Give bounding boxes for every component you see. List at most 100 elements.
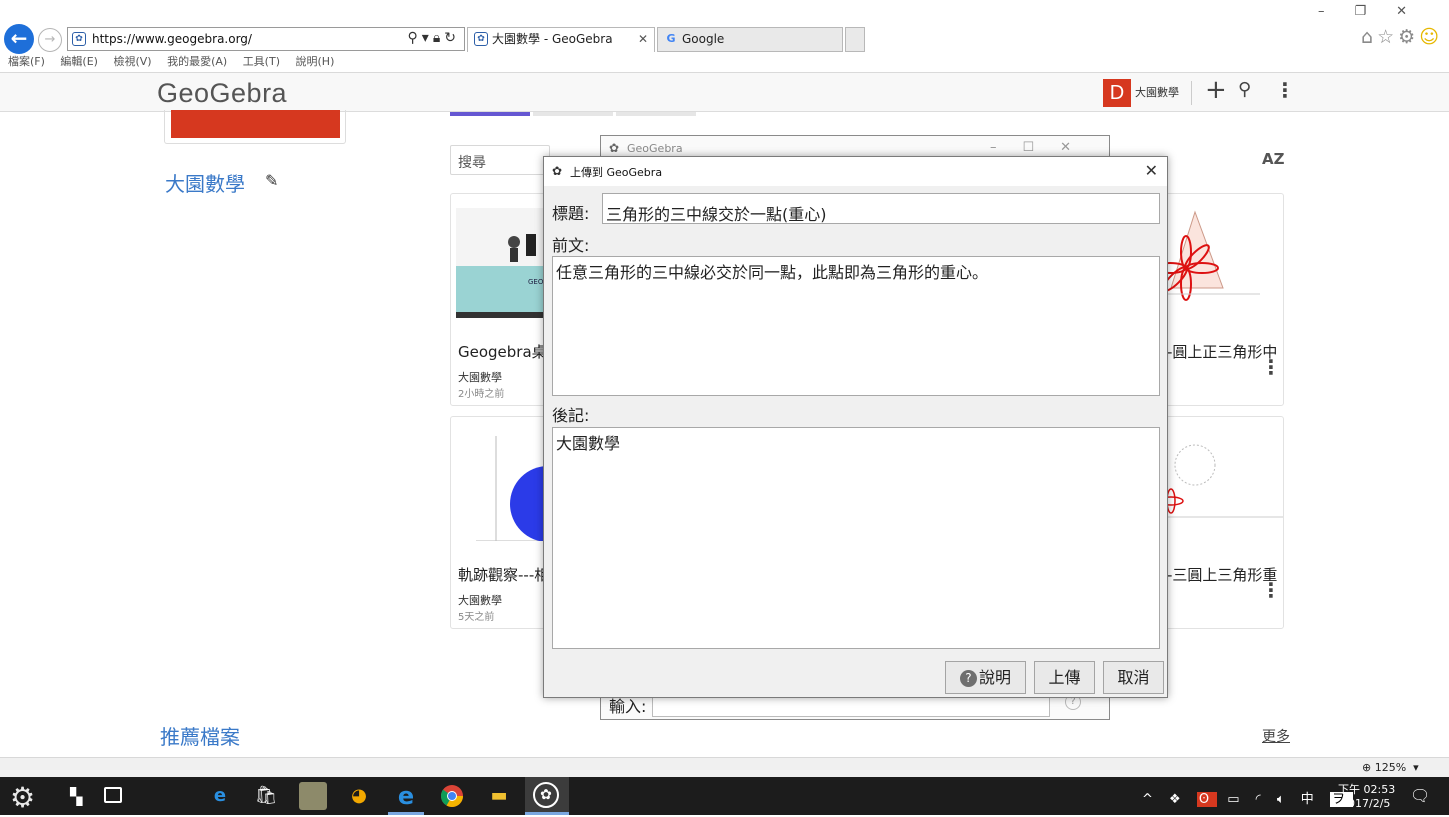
search-icon[interactable]: ⚲ (408, 30, 422, 46)
card-title[interactable]: Geogebra桌 (458, 341, 547, 362)
title-label: 標題: (552, 204, 590, 223)
geogebra-icon: ✿ (552, 164, 563, 178)
material-card[interactable]: GEO Geogebra桌 大園數學 2小時之前 (450, 193, 547, 406)
search-input[interactable]: 搜尋 (450, 145, 550, 175)
chevron-up-icon[interactable]: ^ (1142, 792, 1159, 807)
window-title: GeoGebra (627, 142, 683, 155)
chrome-icon[interactable] (438, 782, 466, 810)
clock-date[interactable]: 2017/2/5 (1341, 797, 1390, 810)
svg-text:GEO: GEO (528, 278, 544, 286)
geogebra-favicon-icon: ✿ (474, 32, 488, 46)
more-vertical-icon[interactable]: ⋮ (1275, 78, 1295, 102)
tab-underline-active[interactable] (450, 112, 530, 116)
card-title[interactable]: 軌跡觀察---相 (458, 564, 549, 585)
internet-explorer-icon[interactable]: e (392, 782, 420, 810)
tab-label: 大園數學 - GeoGebra (492, 32, 613, 46)
battery-icon[interactable]: ▭ (1227, 792, 1245, 807)
card-thumbnail (1165, 431, 1283, 541)
system-tray: ^ ❖ ʘ ▭ ◜ 🔈︎ 中 ヲ (1142, 788, 1353, 807)
search-icon[interactable]: ⚲ (1238, 79, 1251, 100)
geogebra-logo[interactable]: GeoGebra (157, 78, 287, 109)
refresh-icon[interactable]: ↻ (444, 30, 460, 46)
card-author[interactable]: 大園數學 (458, 369, 502, 385)
window-controls[interactable]: –❐✕ (1318, 4, 1437, 19)
new-tab-button[interactable] (845, 27, 865, 52)
google-favicon-icon: G (666, 32, 676, 45)
material-card[interactable]: 軌跡觀察---相 大園數學 5天之前 (450, 416, 549, 629)
menu-item-view[interactable]: 檢視(V) (113, 55, 151, 68)
tab-close-icon[interactable]: ✕ (638, 28, 648, 51)
browser-toolbar-icons: ⌂☆⚙☺ (1361, 26, 1443, 48)
preface-textarea[interactable]: 任意三角形的三中線必交於同一點，此點即為三角形的重心。 (552, 256, 1160, 396)
volume-icon[interactable]: 🔈︎ (1277, 792, 1291, 807)
card-thumbnail (1165, 208, 1283, 318)
tab-label: Google (682, 32, 725, 46)
avatar[interactable]: D (1103, 79, 1131, 107)
browser-status-bar: ⊕ 125% ▾ (0, 757, 1449, 777)
address-url[interactable]: https://www.geogebra.org/ (92, 32, 252, 46)
menu-item-edit[interactable]: 編輯(E) (60, 55, 98, 68)
dropdown-icon[interactable]: ▾ (422, 30, 433, 46)
menu-item-file[interactable]: 檔案(F) (8, 55, 45, 68)
favorites-star-icon[interactable]: ☆ (1377, 26, 1398, 48)
geogebra-favicon-icon: ✿ (72, 32, 86, 46)
close-icon[interactable]: ✕ (1145, 161, 1158, 180)
back-button[interactable]: ← (4, 24, 34, 54)
task-view-icon[interactable] (104, 787, 122, 803)
card-time: 5天之前 (458, 612, 495, 623)
menu-item-help[interactable]: 說明(H) (296, 55, 335, 68)
forward-button[interactable]: → (38, 28, 62, 52)
store-bag-icon[interactable]: 🛍︎ (252, 782, 280, 810)
zoom-level: 125% (1374, 761, 1407, 774)
edge-icon[interactable]: e (206, 782, 234, 810)
lock-icon: 🔒︎ (432, 30, 445, 46)
clock-time[interactable]: 下午 02:53 (1338, 781, 1395, 797)
color-app-icon[interactable]: ◕ (345, 782, 373, 810)
address-tools[interactable]: ⚲▾🔒︎↻ (408, 30, 460, 46)
user-name[interactable]: 大園數學 (1135, 84, 1179, 100)
dialog-titlebar: ✿ 上傳到 GeoGebra ✕ (544, 157, 1167, 186)
upload-button[interactable]: 上傳 (1034, 661, 1095, 694)
settings-gear-icon[interactable]: ⚙ (10, 781, 35, 814)
geogebra-taskbar-icon[interactable]: ✿ (533, 782, 559, 808)
tab-underline[interactable] (533, 112, 613, 116)
wifi-icon[interactable]: ◜ (1256, 792, 1267, 807)
card-author[interactable]: 大園數學 (458, 592, 502, 608)
chevron-down-icon[interactable]: ▾ (1410, 761, 1419, 774)
more-link[interactable]: 更多 (1262, 726, 1290, 746)
acrobat-icon[interactable]: ʘ (1196, 792, 1218, 807)
settings-gear-icon[interactable]: ⚙ (1398, 26, 1419, 48)
material-card[interactable]: -圓上正三角形中 ⋮ (1164, 193, 1284, 406)
window-controls[interactable]: –☐✕ (990, 140, 1097, 155)
more-vertical-icon[interactable]: ⋮ (1261, 580, 1281, 600)
profile-name: 大園數學 (165, 172, 245, 196)
notification-center-icon[interactable]: 🗨︎ (1410, 786, 1430, 805)
edit-pencil-icon[interactable]: ✎ (265, 171, 278, 190)
more-vertical-icon[interactable]: ⋮ (1261, 357, 1281, 377)
menu-item-tools[interactable]: 工具(T) (243, 55, 280, 68)
tab-underline[interactable] (616, 112, 696, 116)
menu-item-favorites[interactable]: 我的最愛(A) (167, 55, 227, 68)
zoom-icon: ⊕ (1362, 761, 1372, 774)
tab-geogebra[interactable]: ✿ 大園數學 - GeoGebra ✕ (467, 27, 655, 52)
address-bar[interactable]: ✿ https://www.geogebra.org/ ⚲▾🔒︎↻ (67, 27, 465, 51)
feedback-smiley-icon[interactable]: ☺ (1419, 26, 1443, 48)
start-windows-icon[interactable]: ▚ (70, 787, 82, 806)
title-field[interactable]: 三角形的三中線交於一點(重心) (602, 193, 1160, 224)
add-icon[interactable]: + (1205, 75, 1227, 105)
header-divider (1191, 81, 1192, 105)
tab-google[interactable]: G Google (657, 27, 843, 52)
file-explorer-icon[interactable]: ▬ (485, 782, 513, 810)
geogebra-icon: ✿ (609, 141, 620, 155)
postscript-label: 後記: (552, 406, 590, 425)
help-button[interactable]: ? 說明 (945, 661, 1026, 694)
home-icon[interactable]: ⌂ (1361, 26, 1377, 48)
sort-az-icon[interactable]: AZ (1262, 150, 1285, 168)
calculator-app-icon[interactable] (299, 782, 327, 810)
ime-indicator[interactable]: 中 (1301, 792, 1320, 807)
dropbox-icon[interactable]: ❖ (1169, 792, 1187, 807)
zoom-control[interactable]: ⊕ 125% ▾ (1362, 761, 1419, 774)
cancel-button[interactable]: 取消 (1103, 661, 1164, 694)
material-card[interactable]: -三圓上三角形重 ⋮ (1164, 416, 1284, 629)
postscript-textarea[interactable]: 大園數學 (552, 427, 1160, 649)
